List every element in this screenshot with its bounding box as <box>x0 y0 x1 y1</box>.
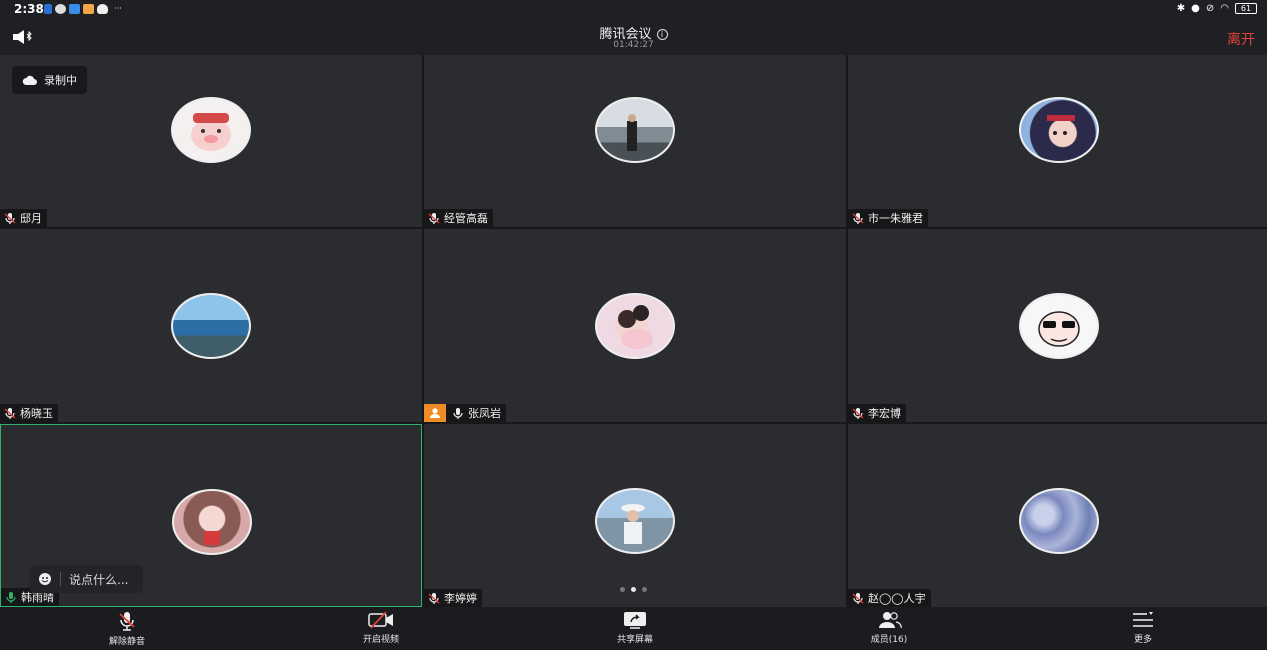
battery-icon: 61 <box>1235 3 1257 14</box>
wifi-icon: ◠ <box>1220 3 1229 14</box>
info-icon[interactable]: i <box>656 29 668 40</box>
participant-nametag: 张凤岩 <box>424 404 506 422</box>
camera-off-icon <box>368 611 393 629</box>
page-indicator[interactable] <box>0 587 1267 592</box>
participant-nametag: 邸月 <box>0 209 47 227</box>
members-button[interactable]: 成员(16) <box>844 611 934 645</box>
emoji-icon[interactable] <box>38 572 52 586</box>
mic-muted-icon <box>852 592 864 604</box>
host-badge <box>424 404 446 422</box>
participant-tile[interactable]: 赵◯◯人宇 <box>848 424 1267 607</box>
participant-tile[interactable]: 李宏博 <box>848 229 1267 422</box>
chat-placeholder: 说点什么... <box>69 572 129 587</box>
participant-nametag: 杨晓玉 <box>0 404 58 422</box>
participant-tile[interactable]: 张凤岩 <box>424 229 846 422</box>
share-screen-icon <box>624 612 646 629</box>
avatar <box>595 488 675 554</box>
participant-name: 市一朱雅君 <box>868 212 923 225</box>
cloud-icon <box>22 75 37 85</box>
meeting-header: 腾讯会议 i 01:42:27 离开 <box>0 20 1267 55</box>
avatar <box>595 97 675 163</box>
participant-nametag: 李宏博 <box>848 404 906 422</box>
host-person-icon <box>430 408 440 418</box>
participant-name: 杨晓玉 <box>20 407 53 420</box>
participant-tile[interactable]: 市一朱雅君 <box>848 55 1267 227</box>
leave-button[interactable]: 离开 <box>1227 29 1255 49</box>
mic-muted-icon <box>852 407 864 419</box>
avatar <box>1019 293 1099 359</box>
avatar <box>172 489 252 555</box>
participant-name: 李宏博 <box>868 407 901 420</box>
divider <box>60 572 61 586</box>
participant-tile[interactable]: 杨晓玉 <box>0 229 422 422</box>
members-icon <box>879 612 902 629</box>
mic-muted-icon <box>119 612 135 631</box>
members-label: 成员(16) <box>870 635 908 645</box>
status-time: 2:38 <box>14 2 44 16</box>
mic-muted-icon <box>4 212 16 224</box>
avatar <box>595 293 675 359</box>
more-label: 更多 <box>1133 635 1152 645</box>
mic-muted-icon <box>4 407 16 419</box>
qq-icon <box>97 4 108 14</box>
system-icons: ✱ ● ⊘ ◠ 61 <box>1177 3 1257 14</box>
recording-badge[interactable]: 录制中 <box>12 66 87 94</box>
menu-icon <box>1133 612 1153 627</box>
participant-name: 赵◯◯人宇 <box>868 592 926 605</box>
status-bar: 2:38 ··· ✱ ● ⊘ ◠ 61 <box>0 0 1267 20</box>
start-video-label: 开启视频 <box>362 635 399 645</box>
participant-nametag: 经管高磊 <box>424 209 493 227</box>
share-screen-label: 共享屏幕 <box>616 635 653 645</box>
unmute-label: 解除静音 <box>108 637 145 647</box>
more-notifications-icon: ··· <box>114 4 122 13</box>
app-notification-icon <box>44 4 52 14</box>
share-screen-button[interactable]: 共享屏幕 <box>590 611 680 645</box>
mic-status-icon: ● <box>1191 3 1200 14</box>
page-dot-current[interactable] <box>631 587 636 592</box>
participant-tile[interactable]: 李婷婷 <box>424 424 846 607</box>
wechat-icon <box>55 4 66 14</box>
more-button[interactable]: 更多 <box>1098 611 1188 645</box>
recording-label: 录制中 <box>44 74 77 87</box>
participant-name: 邸月 <box>20 212 42 225</box>
start-video-button[interactable]: 开启视频 <box>336 611 426 645</box>
mic-muted-icon <box>428 212 440 224</box>
orange-app-icon <box>83 4 94 14</box>
avatar <box>171 293 251 359</box>
participant-tile[interactable]: 录制中 邸月 <box>0 55 422 227</box>
avatar <box>1019 488 1099 554</box>
participant-tile[interactable]: 经管高磊 <box>424 55 846 227</box>
avatar <box>171 97 251 163</box>
mic-active-icon <box>6 591 16 603</box>
mic-icon <box>453 407 463 419</box>
bottom-toolbar: 解除静音 开启视频 共享屏幕 成员(16) 更多 <box>0 607 1267 650</box>
avatar <box>1019 97 1099 163</box>
participant-grid: 录制中 邸月 经管高磊 市一朱雅君 杨晓玉 张凤岩 李宏博 韩雨晴 李婷婷 赵◯… <box>0 55 1267 607</box>
bluetooth-icon: ✱ <box>1176 3 1186 14</box>
participant-name: 张凤岩 <box>468 407 501 420</box>
unmute-button[interactable]: 解除静音 <box>82 611 172 647</box>
notification-icons: ··· <box>44 4 125 14</box>
mic-muted-icon <box>428 592 440 604</box>
participant-nametag: 市一朱雅君 <box>848 209 928 227</box>
meeting-timer: 01:42:27 <box>613 40 654 50</box>
page-dot[interactable] <box>620 587 625 592</box>
page-dot[interactable] <box>642 587 647 592</box>
participant-name: 经管高磊 <box>444 212 488 225</box>
cloud-app-icon <box>69 4 80 14</box>
mic-muted-icon <box>852 212 864 224</box>
participant-name: 李婷婷 <box>444 592 477 605</box>
mute-bell-icon: ⊘ <box>1205 3 1215 14</box>
